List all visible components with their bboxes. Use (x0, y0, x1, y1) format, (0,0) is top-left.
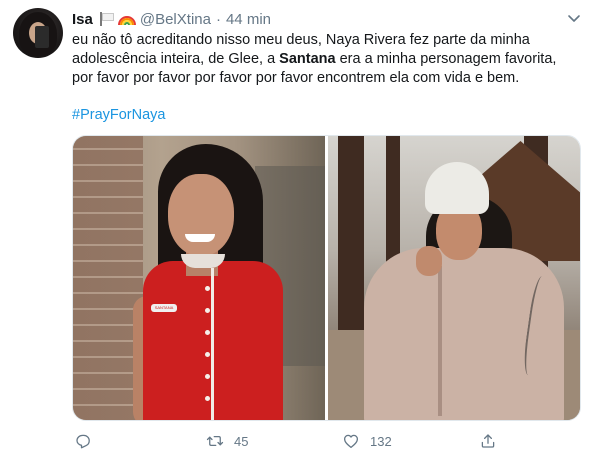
media-grid: SANTANA (72, 135, 581, 421)
chevron-down-icon[interactable] (566, 10, 582, 26)
photo-right[interactable] (328, 136, 580, 420)
display-name[interactable]: Isa (72, 11, 93, 28)
tweet-text-line-1: eu não tô acreditando nisso meu deus, Na… (72, 32, 530, 48)
like-button[interactable]: 132 (342, 430, 392, 452)
reply-icon (76, 434, 90, 449)
rainbow-icon (117, 12, 136, 26)
photo-left[interactable]: SANTANA (73, 136, 325, 420)
share-button[interactable] (479, 430, 497, 452)
tweet-text-line-2: adolescência inteira, de Glee, a Santana… (72, 51, 557, 67)
retweet-count: 45 (234, 433, 249, 449)
user-handle[interactable]: @BelXtina (140, 11, 211, 28)
reply-button[interactable] (74, 430, 92, 452)
hashtag-link[interactable]: #PrayForNaya (72, 107, 165, 123)
tweet: Isa @BelXtina · 44 min eu não tô acredit… (0, 0, 595, 461)
tweet-text: eu não tô acreditando nisso meu deus, Na… (72, 31, 577, 88)
like-count: 132 (370, 433, 392, 449)
heart-icon (343, 434, 359, 449)
white-flag-icon (99, 12, 115, 26)
timestamp[interactable]: 44 min (226, 11, 271, 28)
bold-name: Santana (279, 51, 336, 67)
tweet-header: Isa @BelXtina · 44 min (72, 9, 271, 29)
avatar[interactable] (13, 8, 63, 58)
tweet-actions: 45 132 (72, 430, 577, 452)
name-badge: SANTANA (151, 304, 177, 312)
separator-dot: · (215, 10, 221, 28)
retweet-icon (206, 436, 224, 446)
retweet-button[interactable]: 45 (206, 430, 248, 452)
share-icon (481, 434, 495, 448)
tweet-text-line-3: por favor por favor por favor por favor … (72, 70, 520, 86)
